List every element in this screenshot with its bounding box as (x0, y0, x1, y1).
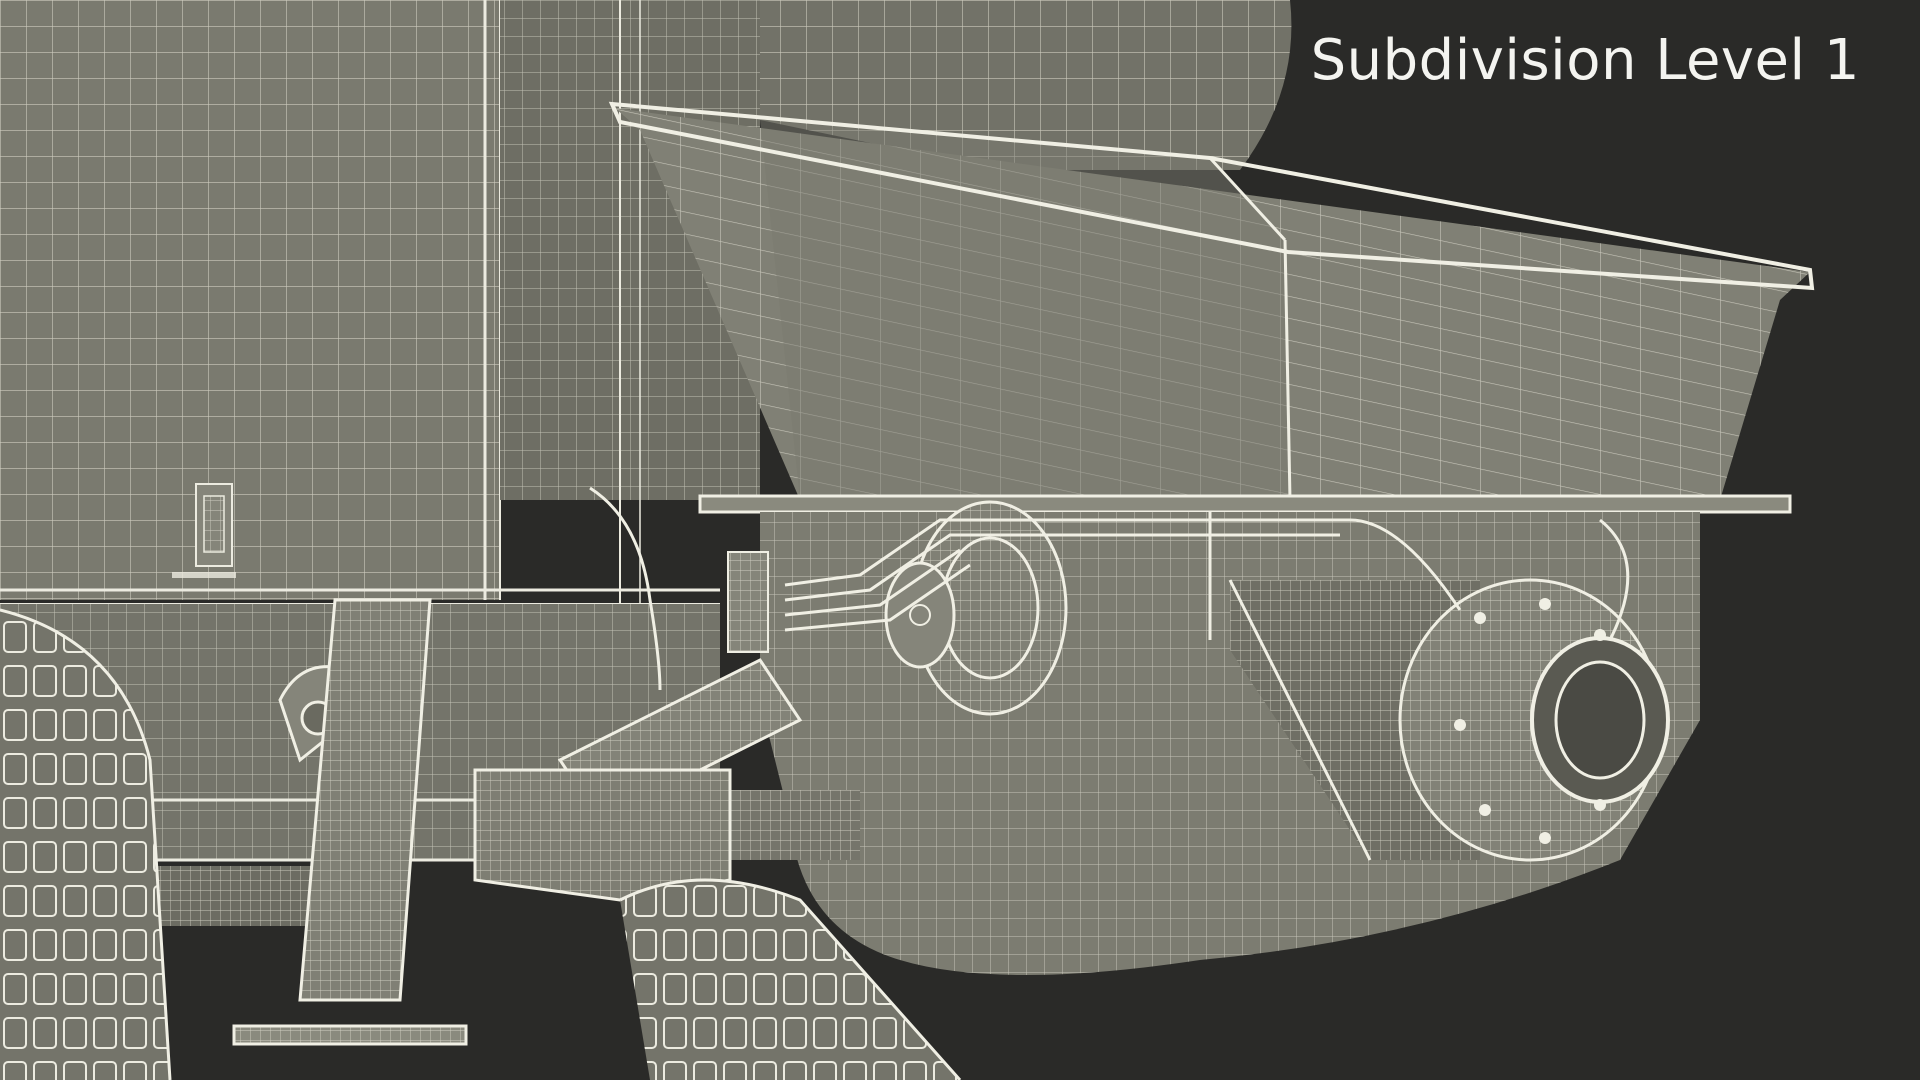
hopper (608, 101, 1815, 501)
render-viewport: Subdivision Level 1 (0, 0, 1920, 1080)
subdivision-level-label: Subdivision Level 1 (1310, 28, 1860, 93)
hopper-flange (698, 494, 1792, 514)
wireframe-render (0, 0, 1815, 1080)
junction-block (727, 551, 769, 653)
